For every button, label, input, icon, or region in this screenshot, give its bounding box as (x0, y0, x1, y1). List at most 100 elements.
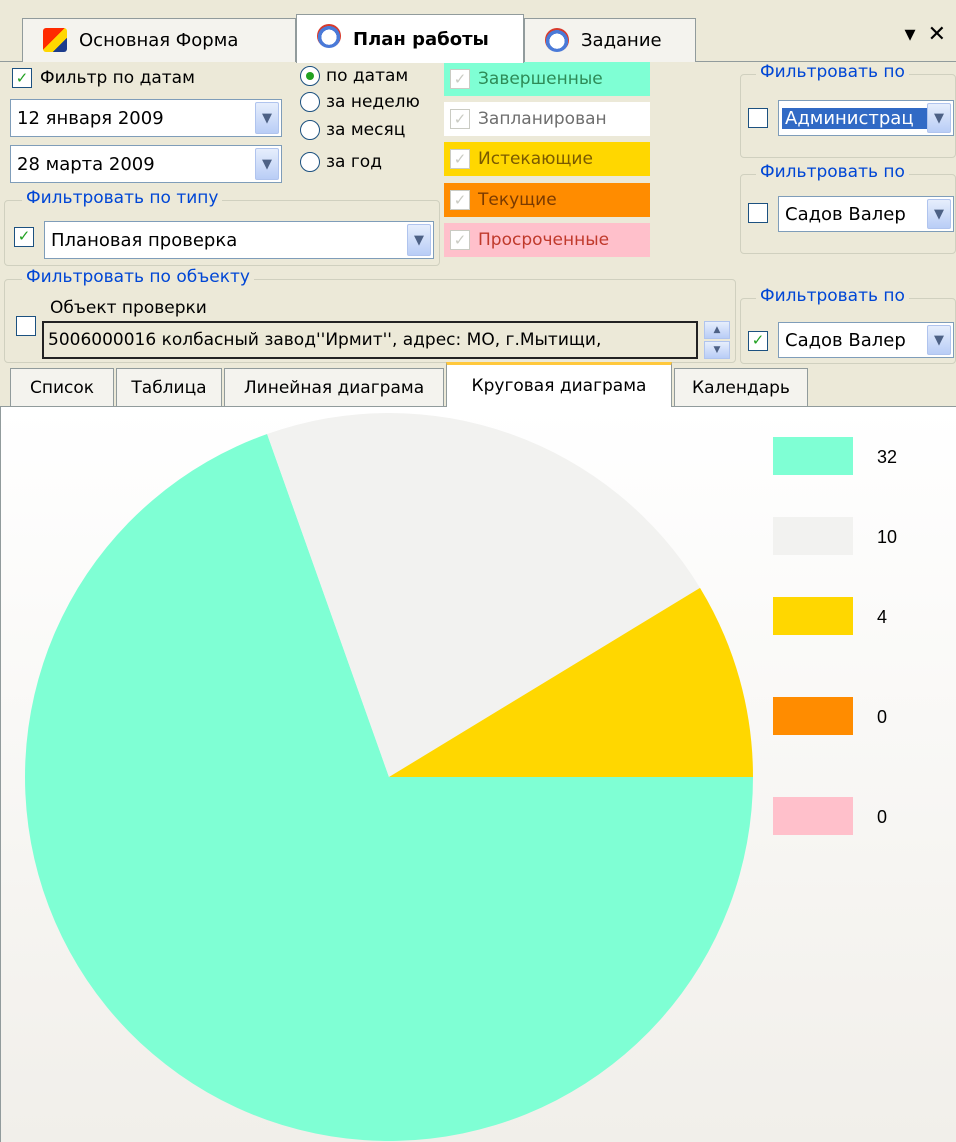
chart-area: 32 10 4 0 0 (0, 406, 956, 1142)
close-icon[interactable]: ✕ (928, 22, 946, 47)
date-to-value: 28 марта 2009 (17, 153, 155, 175)
checkbox-icon (748, 108, 768, 128)
legend-value-0: 32 (877, 447, 897, 467)
object-field[interactable]: 5006000016 колбасный завод''Ирмит'', адр… (42, 321, 698, 359)
legend-value-4: 0 (877, 807, 887, 827)
radio-week[interactable]: за неделю (300, 92, 420, 112)
type-select[interactable]: Плановая проверка ▼ (44, 221, 434, 259)
legend-swatch-2 (773, 597, 853, 635)
document-tab-bar: Основная Форма План работы Задание ▾ ✕ (0, 0, 956, 63)
right-filter-title-3: Фильтровать по (756, 286, 909, 306)
status-current[interactable]: ✓ Текущие (444, 183, 650, 217)
tab-table-label: Таблица (131, 377, 207, 398)
status-overdue-label: Просроченные (478, 230, 610, 250)
chevron-down-icon[interactable]: ▼ (255, 102, 279, 134)
right-filter-checkbox-3[interactable]: ✓ (748, 330, 768, 351)
chevron-down-icon[interactable]: ▼ (927, 199, 951, 229)
checkbox-checked-icon: ✓ (450, 190, 470, 210)
type-select-value: Плановая проверка (51, 229, 238, 251)
tab-work-plan[interactable]: План работы (296, 14, 524, 63)
radio-icon (300, 120, 320, 140)
checkbox-checked-icon: ✓ (748, 330, 768, 351)
status-overdue[interactable]: ✓ Просроченные (444, 223, 650, 257)
radio-year[interactable]: за год (300, 152, 382, 172)
tab-list-label: Список (29, 377, 95, 398)
date-filter-checkbox[interactable]: ✓ Фильтр по датам (12, 68, 195, 88)
tab-pie-chart[interactable]: Круговая диаграма (446, 362, 672, 407)
legend-swatch-4 (773, 797, 853, 835)
date-from-picker[interactable]: 12 января 2009 ▼ (10, 99, 282, 137)
legend-value-3: 0 (877, 707, 887, 727)
spin-up-icon[interactable]: ▲ (704, 321, 730, 339)
legend-swatch-3 (773, 697, 853, 735)
tab-task[interactable]: Задание (524, 18, 696, 62)
alarm-clock-icon (317, 24, 341, 48)
spin-down-icon[interactable]: ▼ (704, 341, 730, 359)
right-filter-select-1[interactable]: Администрац ▼ (778, 100, 954, 136)
date-to-picker[interactable]: 28 марта 2009 ▼ (10, 145, 282, 183)
right-filter-value-3: Садов Валер (785, 329, 906, 351)
tab-line-chart[interactable]: Линейная диаграма (224, 368, 444, 406)
type-filter-checkbox[interactable]: ✓ (14, 226, 34, 247)
radio-week-label: за неделю (326, 92, 420, 112)
tab-task-label: Задание (581, 30, 662, 51)
radio-month-label: за месяц (326, 120, 406, 140)
checkbox-icon (16, 316, 36, 336)
app-form-icon (43, 28, 67, 52)
object-spinner[interactable]: ▲ ▼ (704, 321, 730, 359)
object-filter-title: Фильтровать по объекту (22, 267, 254, 287)
right-filter-title-1: Фильтровать по (756, 62, 909, 82)
object-label: Объект проверки (50, 298, 207, 318)
alarm-clock-icon (545, 28, 569, 52)
status-expiring[interactable]: ✓ Истекающие (444, 142, 650, 176)
tab-work-plan-label: План работы (353, 28, 489, 50)
date-filter-label: Фильтр по датам (40, 68, 195, 88)
status-planned[interactable]: ✓ Запланирован (444, 102, 650, 136)
right-filter-select-3[interactable]: Садов Валер ▼ (778, 322, 954, 358)
checkbox-checked-icon: ✓ (450, 149, 470, 169)
right-filter-checkbox-2[interactable] (748, 203, 768, 227)
right-filter-title-2: Фильтровать по (756, 162, 909, 182)
chevron-down-icon[interactable]: ▼ (255, 148, 279, 180)
radio-year-label: за год (326, 152, 382, 172)
status-planned-label: Запланирован (478, 109, 607, 129)
legend-value-1: 10 (877, 527, 897, 547)
checkbox-checked-icon: ✓ (450, 109, 470, 129)
radio-by-dates-label: по датам (326, 66, 409, 86)
legend-value-2: 4 (877, 607, 887, 627)
right-filter-value-1: Администрац (782, 107, 927, 129)
legend-swatch-0 (773, 437, 853, 475)
status-current-label: Текущие (478, 190, 557, 210)
status-completed[interactable]: ✓ Завершенные (444, 62, 650, 96)
chevron-down-icon[interactable]: ▼ (407, 224, 431, 256)
radio-month[interactable]: за месяц (300, 120, 405, 140)
tab-pie-chart-label: Круговая диаграма (471, 376, 647, 396)
pie-chart: 32 10 4 0 0 (25, 413, 897, 1141)
right-filter-checkbox-1[interactable] (748, 108, 768, 132)
date-from-value: 12 января 2009 (17, 107, 164, 129)
legend-swatch-1 (773, 517, 853, 555)
checkbox-checked-icon: ✓ (14, 226, 34, 247)
radio-by-dates[interactable]: по датам (300, 66, 408, 86)
checkbox-checked-icon: ✓ (450, 69, 470, 89)
dropdown-arrow-icon[interactable]: ▾ (905, 22, 916, 47)
tab-main-form-label: Основная Форма (79, 30, 239, 51)
chevron-down-icon[interactable]: ▼ (927, 325, 951, 355)
checkbox-icon (748, 203, 768, 223)
tab-list[interactable]: Список (10, 368, 114, 406)
tab-calendar[interactable]: Календарь (674, 368, 808, 406)
tab-line-chart-label: Линейная диаграма (243, 377, 425, 398)
tab-main-form[interactable]: Основная Форма (22, 18, 296, 62)
chevron-down-icon[interactable]: ▼ (927, 103, 951, 133)
object-filter-checkbox[interactable] (16, 316, 36, 340)
object-field-value: 5006000016 колбасный завод''Ирмит'', адр… (48, 330, 602, 350)
tab-table[interactable]: Таблица (116, 368, 222, 406)
right-filter-value-2: Садов Валер (785, 203, 906, 225)
status-expiring-label: Истекающие (478, 149, 593, 169)
right-filter-select-2[interactable]: Садов Валер ▼ (778, 196, 954, 232)
status-completed-label: Завершенные (478, 69, 603, 89)
radio-icon (300, 92, 320, 112)
type-filter-title: Фильтровать по типу (22, 188, 223, 208)
radio-selected-icon (300, 66, 320, 86)
tab-calendar-label: Календарь (692, 377, 790, 398)
